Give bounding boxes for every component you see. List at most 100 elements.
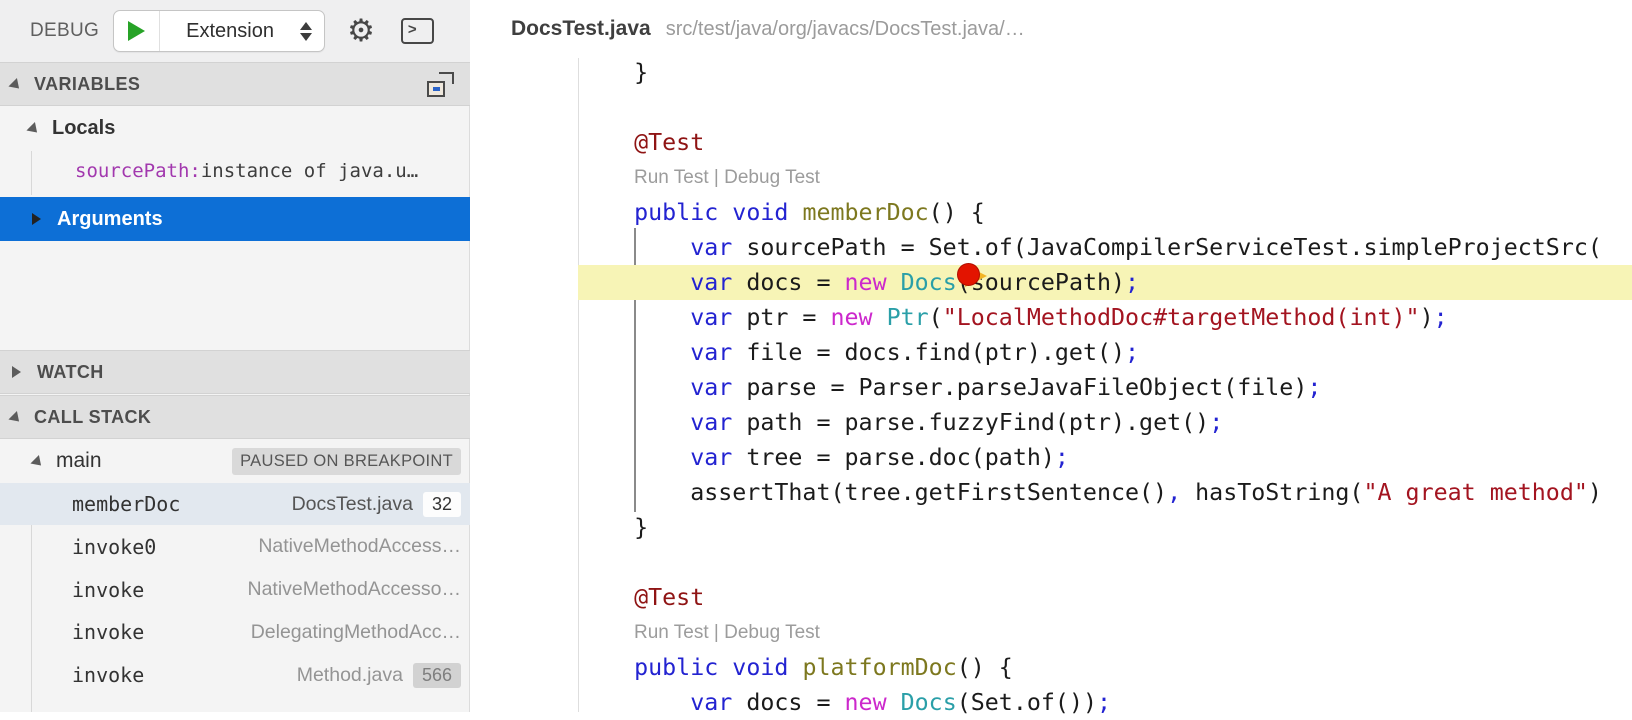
code-line[interactable] — [578, 90, 1632, 125]
chevron-expanded-icon — [8, 410, 28, 430]
watch-header-label: WATCH — [37, 361, 104, 382]
code-lens-separator: | — [708, 622, 725, 643]
code-token: ; — [1054, 444, 1069, 471]
code-token: docs = — [732, 269, 845, 296]
code-line[interactable]: } — [578, 510, 1632, 545]
current-execution-line[interactable]: var docs = new Docs(sourcePath); — [578, 265, 1632, 300]
file-name: DocsTest.java — [511, 17, 651, 40]
code-token: var — [690, 304, 733, 331]
stack-frame-row[interactable]: memberDoc DocsTest.java 32 — [0, 483, 470, 525]
variables-locals-row[interactable]: Locals — [0, 107, 470, 149]
code-line[interactable]: @Test — [578, 580, 1632, 615]
code-line[interactable]: public void memberDoc() { — [578, 195, 1632, 230]
code-token: public — [634, 199, 719, 226]
code-token: var — [690, 444, 733, 471]
stack-frame-row[interactable]: invoke DelegatingMethodAcc… — [0, 611, 470, 653]
code-line[interactable]: @Test — [578, 125, 1632, 160]
code-token: assertThat(tree.getFirstSentence() — [578, 479, 1168, 506]
code-token: ( — [928, 304, 943, 331]
code-line[interactable]: } — [578, 55, 1632, 90]
launch-config-dropdown[interactable]: Extension — [113, 10, 326, 52]
code-lens-separator: | — [708, 167, 725, 188]
run-test-link[interactable]: Run Test — [634, 167, 709, 188]
code-line[interactable]: assertThat(tree.getFirstSentence(), hasT… — [578, 475, 1632, 510]
code-token: sourcePath = Set.of(JavaCompilerServiceT… — [732, 234, 1602, 261]
frame-line-badge: 32 — [422, 491, 461, 517]
code-line[interactable] — [578, 545, 1632, 580]
open-console-icon[interactable]: > — [400, 18, 434, 44]
code-token: public — [634, 654, 719, 681]
watch-section-header[interactable]: WATCH — [0, 350, 470, 394]
launch-config-label: Extension — [186, 19, 274, 42]
code-line[interactable]: var tree = parse.doc(path); — [578, 440, 1632, 475]
code-line[interactable]: var file = docs.find(ptr).get(); — [578, 335, 1632, 370]
start-debug-button[interactable] — [114, 11, 161, 51]
frame-function-name: invoke — [72, 663, 145, 688]
frame-file-name: NativeMethodAccess… — [258, 535, 461, 558]
frame-line-badge: 566 — [412, 662, 461, 688]
variables-arguments-row[interactable]: Arguments — [0, 197, 470, 241]
chevron-collapsed-icon — [32, 213, 47, 225]
gear-icon[interactable]: ⚙ — [347, 15, 375, 47]
code-line[interactable]: var path = parse.fuzzyFind(ptr).get(); — [578, 405, 1632, 440]
frame-function-name: invoke0 — [72, 534, 157, 559]
code-token: file = docs.find(ptr).get() — [732, 339, 1126, 366]
call-stack-section-header[interactable]: CALL STACK — [0, 395, 470, 439]
code-line[interactable]: var ptr = new Ptr("LocalMethodDoc#target… — [578, 300, 1632, 335]
code-line[interactable]: var parse = Parser.parseJavaFileObject(f… — [578, 370, 1632, 405]
code-token: hasToString( — [1181, 479, 1364, 506]
stack-frame-row[interactable]: invoke NativeMethodAccesso… — [0, 569, 470, 611]
code-token: , — [1167, 479, 1182, 506]
code-token: new — [844, 269, 887, 296]
frame-function-name: invoke — [72, 577, 145, 602]
code-token: memberDoc — [802, 199, 929, 226]
locals-label: Locals — [52, 116, 116, 139]
code-line[interactable]: var docs = new Docs(Set.of()); — [578, 685, 1632, 720]
code-token: ; — [1433, 304, 1448, 331]
code-token: ; — [1209, 409, 1224, 436]
stack-frame-row[interactable]: invoke Method.java 566 — [0, 654, 470, 696]
code-token: @Test — [578, 129, 705, 156]
run-test-link[interactable]: Run Test — [634, 622, 709, 643]
code-token: void — [732, 199, 789, 226]
play-icon — [128, 21, 146, 41]
code-token: () { — [956, 654, 1013, 681]
code-token: void — [732, 654, 789, 681]
variable-sourcepath-row[interactable]: sourcePath: instance of java.u… — [0, 149, 470, 193]
debug-toolbar: DEBUG Extension ⚙ > — [0, 0, 470, 62]
breakpoint-paused-icon[interactable] — [955, 260, 997, 292]
code-line[interactable]: var sourcePath = Set.of(JavaCompilerServ… — [578, 230, 1632, 265]
collapse-all-icon[interactable] — [427, 71, 454, 97]
debug-test-link[interactable]: Debug Test — [724, 167, 820, 188]
code-token: path = parse.fuzzyFind(ptr).get() — [732, 409, 1210, 436]
call-stack-thread-row[interactable]: main PAUSED ON BREAKPOINT — [0, 440, 470, 482]
chevron-collapsed-icon — [12, 366, 27, 378]
stack-frame-row[interactable]: invoke0 NativeMethodAccess… — [0, 526, 470, 568]
chevron-expanded-icon — [26, 121, 46, 141]
chevron-expanded-icon — [8, 77, 28, 97]
frame-file-name: NativeMethodAccesso… — [247, 578, 461, 601]
code-line[interactable]: public void platformDoc() { — [578, 650, 1632, 685]
code-lens-line: Run Test | Debug Test — [578, 160, 1632, 195]
code-token: new — [830, 304, 873, 331]
debug-test-link[interactable]: Debug Test — [724, 622, 820, 643]
variables-section-header[interactable]: VARIABLES — [0, 62, 470, 106]
code-token: parse = Parser.parseJavaFileObject(file) — [732, 374, 1308, 401]
code-token: platformDoc — [802, 654, 957, 681]
breadcrumb[interactable]: src/test/java/org/javacs/DocsTest.java/… — [666, 18, 1025, 41]
code-lines[interactable]: } @Test Run Test | Debug Test public void… — [578, 55, 1632, 720]
debug-panel-title: DEBUG — [30, 20, 100, 41]
editor-pane: DocsTest.java src/test/java/org/javacs/D… — [471, 0, 1632, 716]
code-lens-line: Run Test | Debug Test — [578, 615, 1632, 650]
